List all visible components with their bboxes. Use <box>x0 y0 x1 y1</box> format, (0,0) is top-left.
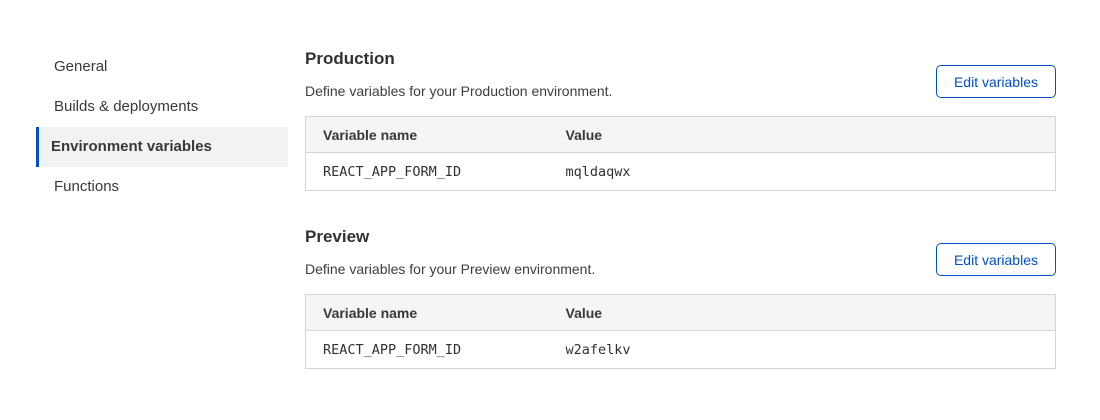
column-header-value: Value <box>549 295 1056 331</box>
settings-page: General Builds & deployments Environment… <box>0 0 1100 420</box>
variable-value-cell: w2afelkv <box>549 331 1056 369</box>
column-header-variable-name: Variable name <box>306 295 549 331</box>
sidebar-item-builds-deployments[interactable]: Builds & deployments <box>36 87 288 127</box>
production-variables-table: Variable name Value REACT_APP_FORM_ID mq… <box>305 116 1056 191</box>
sidebar-item-environment-variables[interactable]: Environment variables <box>36 127 288 167</box>
column-header-variable-name: Variable name <box>306 117 549 153</box>
variable-name-cell: REACT_APP_FORM_ID <box>306 153 549 191</box>
preview-variables-table: Variable name Value REACT_APP_FORM_ID w2… <box>305 294 1056 369</box>
table-row: REACT_APP_FORM_ID w2afelkv <box>306 331 1056 369</box>
production-edit-variables-button[interactable]: Edit variables <box>936 65 1056 98</box>
preview-edit-variables-button[interactable]: Edit variables <box>936 243 1056 276</box>
column-header-value: Value <box>549 117 1056 153</box>
settings-sidebar: General Builds & deployments Environment… <box>36 47 288 207</box>
production-section: Production Define variables for your Pro… <box>305 47 1056 191</box>
table-row: REACT_APP_FORM_ID mqldaqwx <box>306 153 1056 191</box>
variable-value-cell: mqldaqwx <box>549 153 1056 191</box>
sidebar-item-functions[interactable]: Functions <box>36 167 288 207</box>
sidebar-item-general[interactable]: General <box>36 47 288 87</box>
preview-section: Preview Define variables for your Previe… <box>305 225 1056 369</box>
table-header-row: Variable name Value <box>306 117 1056 153</box>
table-header-row: Variable name Value <box>306 295 1056 331</box>
variable-name-cell: REACT_APP_FORM_ID <box>306 331 549 369</box>
